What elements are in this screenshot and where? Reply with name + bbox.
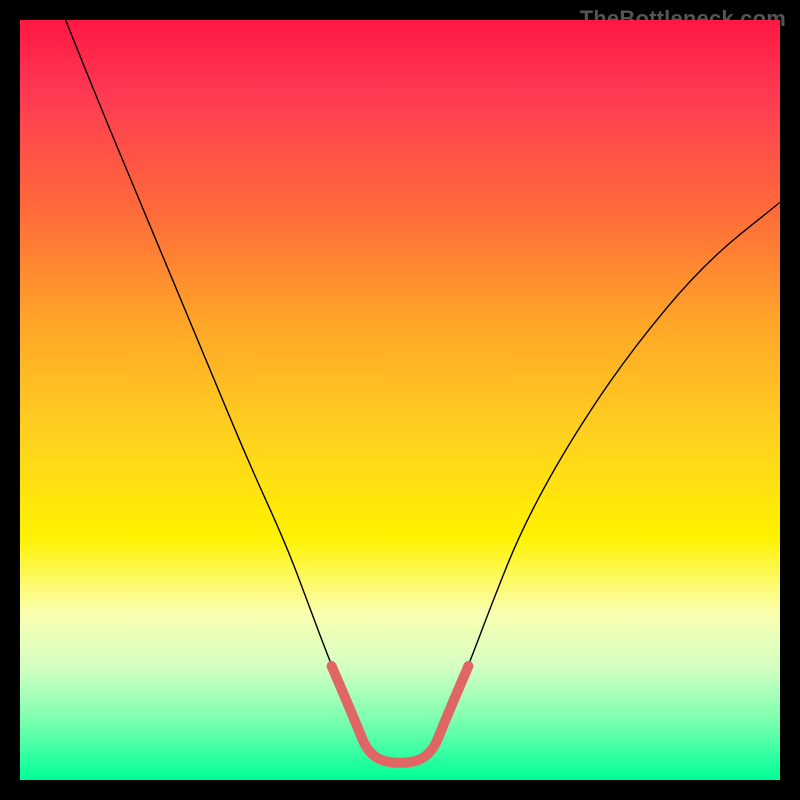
chart-stage: TheBottleneck.com — [0, 0, 800, 800]
highlight-band — [332, 666, 469, 763]
bottleneck-curve — [66, 20, 780, 763]
chart-svg — [20, 20, 780, 780]
plot-area — [20, 20, 780, 780]
